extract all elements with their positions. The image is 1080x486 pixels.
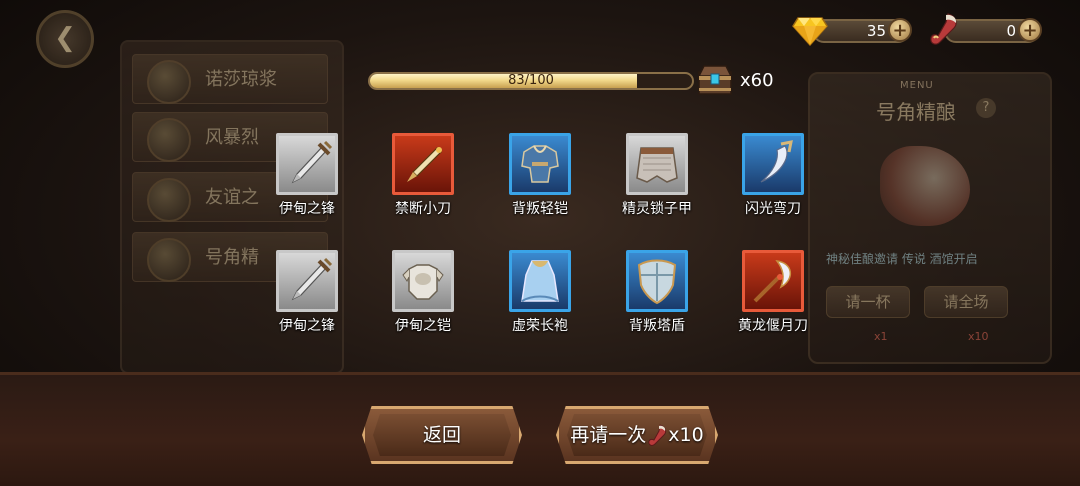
item-name: 伊甸之铠 [395, 318, 451, 334]
glaive-icon [753, 260, 791, 303]
menu-title: 号角精酿 [876, 100, 956, 124]
reward-item[interactable]: 伊甸之铠 [363, 250, 483, 346]
item-frame [626, 250, 688, 312]
horn-count: 0 [1006, 22, 1016, 40]
back-arrow-icon[interactable]: ❮ [36, 10, 94, 68]
item-frame [626, 133, 688, 195]
reward-item[interactable]: 伊甸之锋 [247, 133, 367, 229]
reward-item[interactable]: 背叛轻铠 [480, 133, 600, 229]
item-frame [742, 250, 804, 312]
progress-text: 83/100 [508, 73, 554, 88]
menu-tagline: 神秘佳酿邀请 传说 酒馆开启 [826, 252, 978, 266]
horn-cup-icon [930, 13, 957, 45]
item-frame [392, 133, 454, 195]
reward-item[interactable]: 闪光弯刀 [713, 133, 833, 229]
help-icon: ? [976, 98, 996, 118]
order-one-button: 请一杯 [826, 286, 910, 318]
horn-cup-icon [648, 423, 667, 446]
armor-icon [402, 264, 444, 300]
reward-item[interactable]: 背叛塔盾 [597, 250, 717, 346]
order-again-button[interactable]: 再请一次 x10 [556, 406, 718, 464]
item-name: 背叛轻铠 [512, 201, 568, 217]
scimitar-icon [760, 140, 793, 183]
add-gems-plus-icon[interactable]: + [888, 18, 912, 42]
light-armor-icon [521, 145, 559, 183]
drink-icon [147, 60, 191, 104]
sword-icon [291, 257, 333, 301]
item-frame [392, 250, 454, 312]
reward-item[interactable]: 黄龙偃月刀 [713, 250, 833, 346]
return-button[interactable]: 返回 [362, 406, 522, 464]
item-frame [509, 133, 571, 195]
background-menu-item: 诺莎琼浆 [132, 54, 328, 104]
item-name: 伊甸之锋 [279, 318, 335, 334]
drink-icon [147, 238, 191, 282]
dagger-icon [407, 147, 442, 182]
shield-icon [637, 259, 677, 305]
chest-count: x60 [740, 70, 774, 91]
robe-icon [521, 260, 559, 302]
reward-item[interactable]: 伊甸之锋 [247, 250, 367, 346]
gem-count: 35 [866, 22, 886, 40]
reward-item[interactable]: 禁断小刀 [363, 133, 483, 229]
order-all-button: 请全场 [924, 286, 1008, 318]
item-frame [276, 133, 338, 195]
drink-icon [147, 178, 191, 222]
gem-icon [792, 17, 828, 46]
reward-item[interactable]: 精灵锁子甲 [597, 133, 717, 229]
order-all-cost: x10 [968, 330, 989, 343]
item-name: 虚荣长袍 [512, 318, 568, 334]
return-button-label: 返回 [422, 424, 461, 446]
reward-item[interactable]: 虚荣长袍 [480, 250, 600, 346]
item-name: 精灵锁子甲 [622, 201, 692, 217]
drink-icon [147, 118, 191, 162]
item-name: 黄龙偃月刀 [738, 318, 808, 334]
floor-edge [0, 372, 1080, 375]
item-name: 伊甸之锋 [279, 201, 335, 217]
floor [0, 372, 1080, 486]
add-horns-plus-icon[interactable]: + [1018, 18, 1042, 42]
item-frame [742, 133, 804, 195]
progress-bar: 83/100 [368, 72, 694, 90]
order-again-label: 再请一次 [570, 424, 647, 446]
item-name: 闪光弯刀 [745, 201, 801, 217]
menu-label: MENU [900, 80, 934, 91]
order-one-cost: x1 [874, 330, 888, 343]
item-name: 禁断小刀 [395, 201, 451, 217]
item-frame [276, 250, 338, 312]
sword-icon [291, 140, 333, 184]
order-again-cost: x10 [668, 424, 704, 446]
treasure-chest-icon [697, 65, 733, 95]
item-frame [509, 250, 571, 312]
item-name: 背叛塔盾 [629, 318, 685, 334]
chainmail-icon [636, 147, 678, 183]
